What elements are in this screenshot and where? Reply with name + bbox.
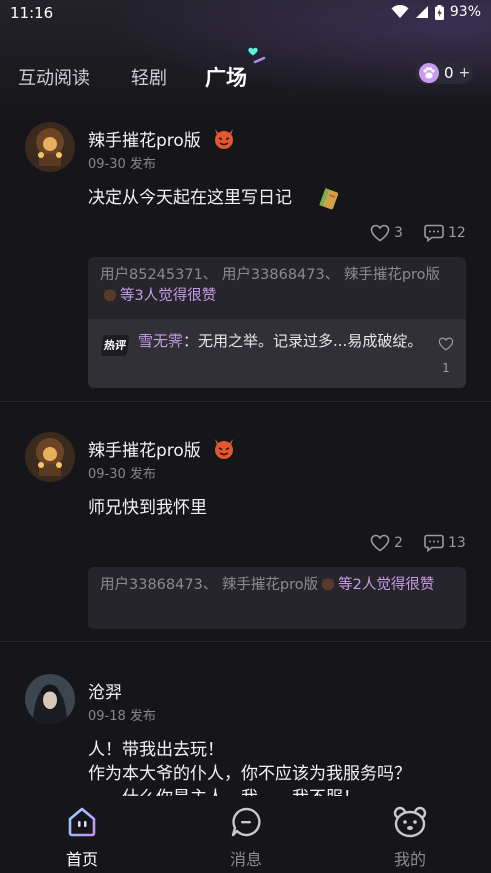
nav-messages-label: 消息: [229, 850, 262, 869]
avatar[interactable]: [25, 122, 75, 172]
home-icon: [68, 807, 96, 837]
comment-text: ：无用之举。记录过多...易成破绽。: [183, 332, 423, 350]
heart-sparkle-icon: [248, 47, 266, 64]
post-content-line: 作为本大爷的仆人，你不应该为我服务吗？: [88, 764, 411, 784]
post-date: 09-18 发布: [88, 709, 156, 724]
comment-icon: [424, 534, 444, 552]
post-date: 09-30 发布: [88, 467, 156, 482]
likers-box[interactable]: 用户33868473、 辣手摧花pro版 等2人觉得很赞: [88, 567, 466, 629]
message-icon: [231, 807, 261, 837]
post-content: 师兄快到我怀里: [88, 498, 207, 518]
paw-coin-badge[interactable]: 0 +: [415, 62, 473, 84]
feed-list: 辣手摧花pro版 09-30 发布 决定从今天起在这里写日记 3 12 用户85…: [0, 110, 491, 796]
wifi-icon: [391, 5, 409, 18]
avatar[interactable]: [25, 432, 75, 482]
devil-emoji-icon: [322, 577, 335, 591]
comment-stat[interactable]: 13: [424, 534, 466, 552]
comment-like-count: 1: [442, 361, 450, 375]
nav-home[interactable]: 首页: [42, 806, 122, 870]
paw-icon: [419, 63, 439, 83]
nav-profile-label: 我的: [393, 850, 426, 869]
comment-stat[interactable]: 12: [424, 224, 466, 242]
battery-percent: 93%: [449, 4, 481, 20]
hot-comment-tag: 热评: [100, 335, 130, 356]
likers-list: 用户33868473、 辣手摧花pro版: [100, 577, 319, 593]
devil-emoji-icon: [215, 129, 233, 149]
comment-icon: [424, 224, 444, 242]
post-content-line: 人！带我出去玩！: [88, 740, 224, 760]
comment-count: 12: [448, 225, 466, 241]
likers-box[interactable]: 用户85245371、 用户33868473、 辣手摧花pro版等3人觉得很赞: [88, 257, 466, 319]
like-stat[interactable]: 2: [370, 534, 403, 552]
comment-user[interactable]: 雪无霁: [138, 332, 183, 350]
like-stat[interactable]: 3: [370, 224, 403, 242]
author-name[interactable]: 沧羿: [88, 678, 122, 703]
post-card[interactable]: 辣手摧花pro版 09-30 发布 师兄快到我怀里 2 13 用户3386847…: [0, 402, 491, 642]
tab-interactive-reading[interactable]: 互动阅读: [18, 64, 90, 90]
status-icons: 93%: [391, 4, 481, 20]
comment-count: 13: [448, 535, 466, 551]
devil-emoji-icon: [104, 288, 116, 302]
nav-home-label: 首页: [65, 850, 98, 869]
devil-emoji-icon: [215, 439, 233, 459]
battery-icon: [434, 4, 444, 20]
heart-icon: [370, 534, 390, 552]
bottom-navigation: 首页 消息 我的: [0, 796, 491, 873]
status-bar: 11:16 93%: [0, 0, 491, 30]
nav-profile[interactable]: 我的: [370, 806, 450, 870]
post-date: 09-30 发布: [88, 157, 156, 172]
like-count: 2: [394, 535, 403, 551]
likers-summary: 等3人觉得很赞: [120, 288, 217, 304]
notebook-emoji-icon: [319, 188, 339, 210]
heart-icon: [370, 224, 390, 242]
like-count: 3: [394, 225, 403, 241]
hot-comment[interactable]: 热评 雪无霁：无用之举。记录过多...易成破绽。 1: [88, 319, 466, 388]
tab-square[interactable]: 广场: [205, 62, 247, 92]
nav-messages[interactable]: 消息: [206, 806, 286, 870]
comment-like[interactable]: 1: [438, 337, 454, 379]
paw-count: 0: [444, 64, 454, 82]
profile-icon: [393, 806, 427, 838]
post-content-line: ……什么你是主人，我……我不服！: [88, 786, 411, 796]
heart-icon: [438, 337, 454, 351]
likers-list: 用户85245371、 用户33868473、 辣手摧花pro版: [100, 267, 441, 283]
tab-short-drama[interactable]: 轻剧: [131, 64, 167, 90]
post-card[interactable]: 辣手摧花pro版 09-30 发布 决定从今天起在这里写日记 3 12 用户85…: [0, 110, 491, 402]
post-content: 人！带我出去玩！ 作为本大爷的仆人，你不应该为我服务吗？ ……什么你是主人，我……: [88, 738, 411, 796]
avatar[interactable]: [25, 674, 75, 724]
post-card[interactable]: 沧羿 09-18 发布 人！带我出去玩！ 作为本大爷的仆人，你不应该为我服务吗？…: [0, 642, 491, 796]
status-time: 11:16: [10, 4, 54, 22]
likers-summary: 等2人觉得很赞: [338, 577, 435, 593]
signal-icon: [415, 6, 428, 18]
author-name[interactable]: 辣手摧花pro版: [88, 436, 201, 461]
paw-plus-button[interactable]: +: [459, 65, 471, 81]
author-name[interactable]: 辣手摧花pro版: [88, 126, 201, 151]
post-content: 决定从今天起在这里写日记: [88, 188, 292, 208]
